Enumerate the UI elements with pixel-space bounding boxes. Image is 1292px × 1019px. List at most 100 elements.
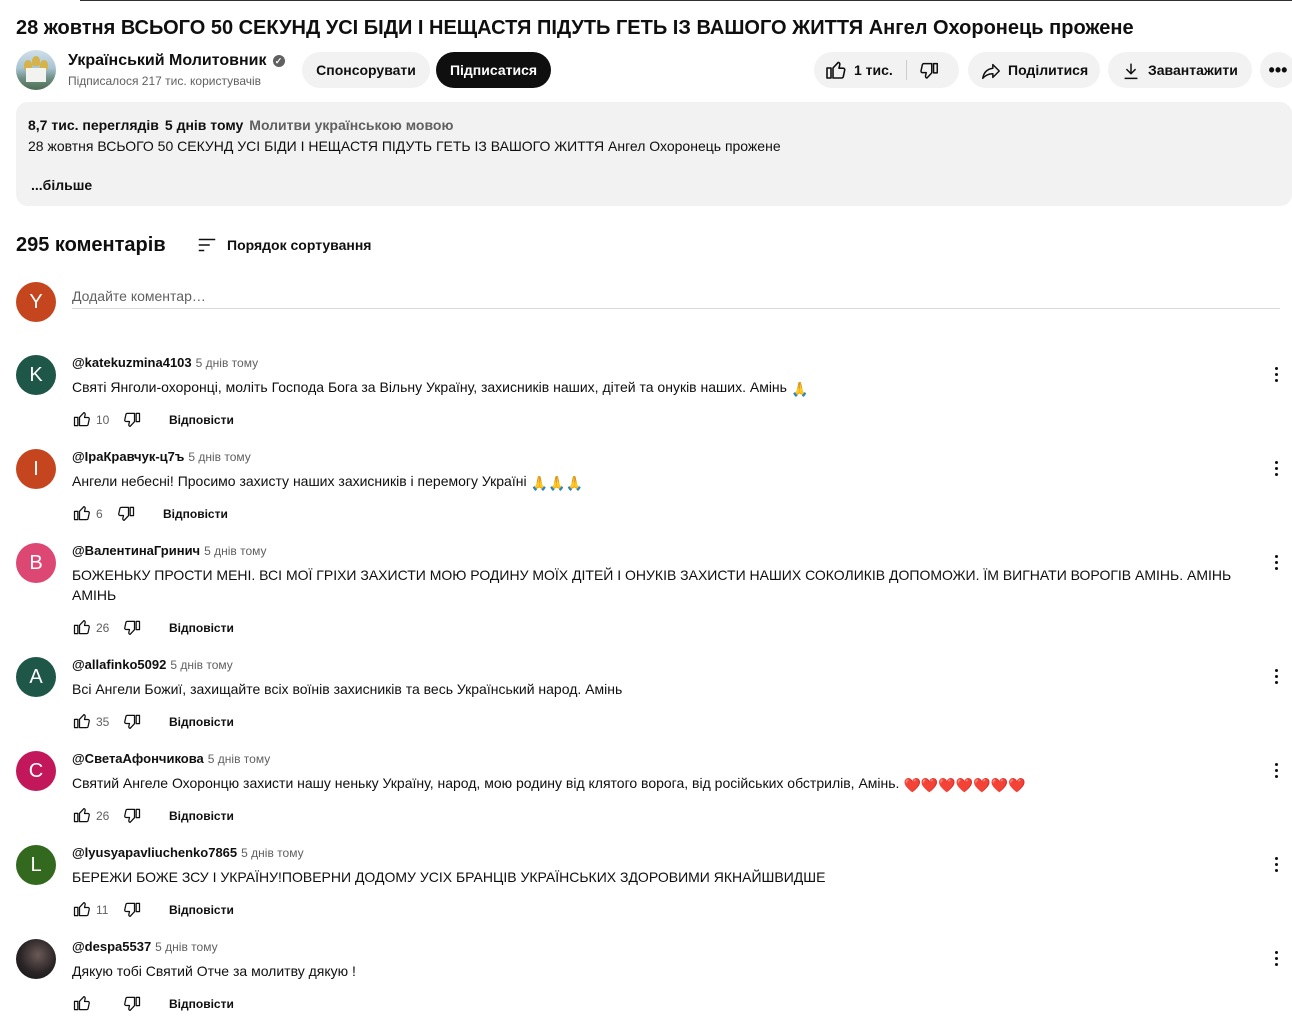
channel-name[interactable]: Український Молитовник ✓ <box>68 51 285 71</box>
comment-dislike-icon[interactable] <box>122 806 142 831</box>
comment-dislike-icon[interactable] <box>116 504 136 529</box>
comment-reply-button[interactable]: Відповісти <box>163 506 228 522</box>
comment-menu-icon[interactable] <box>1266 364 1286 388</box>
comment-avatar[interactable]: C <box>16 751 56 791</box>
comment-author[interactable]: @despa5537 <box>72 939 151 954</box>
download-button[interactable]: Завантажити <box>1108 52 1252 88</box>
comment-header: @ІраКравчук-ц7ъ 5 днів тому <box>72 448 251 466</box>
comment-like-icon[interactable] <box>72 409 92 434</box>
comment-menu-icon[interactable] <box>1266 948 1286 972</box>
comment-menu-icon[interactable] <box>1266 760 1286 784</box>
like-count[interactable]: 1 тис. <box>854 52 893 88</box>
comment-author[interactable]: @katekuzmina4103 <box>72 355 192 370</box>
comment-reply-button[interactable]: Відповісти <box>169 808 234 824</box>
comment-header: @СветаАфончикова 5 днів тому <box>72 750 270 768</box>
download-label: Завантажити <box>1148 62 1238 78</box>
comment-avatar[interactable]: A <box>16 657 56 697</box>
comment-author[interactable]: @ВалентинаГринич <box>72 543 200 558</box>
comment-avatar[interactable] <box>16 939 56 979</box>
comment-text-content: Дякую тобі Святий Отче за молитву дякую … <box>72 963 356 979</box>
comment-like-icon[interactable] <box>72 993 92 1018</box>
share-icon <box>980 59 1002 95</box>
comment-time[interactable]: 5 днів тому <box>155 940 217 954</box>
comment-dislike-icon[interactable] <box>122 712 142 737</box>
comment-header: @lyusyapavliuchenko7865 5 днів тому <box>72 844 304 862</box>
description-box[interactable]: 8,7 тис. переглядів 5 днів тому Молитви ук… <box>16 102 1292 206</box>
comment-reply-button[interactable]: Відповісти <box>169 902 234 918</box>
comment-text: Всі Ангели Божиї, захищайте всіх воїнів … <box>72 679 1262 699</box>
comment-menu-icon[interactable] <box>1266 458 1286 482</box>
more-actions-button[interactable]: ••• <box>1260 52 1292 88</box>
comment-header: @allafinko5092 5 днів тому <box>72 656 233 674</box>
comment-header: @ВалентинаГринич 5 днів тому <box>72 542 267 560</box>
comment-dislike-icon[interactable] <box>122 900 142 925</box>
comment-like-icon[interactable] <box>72 503 92 528</box>
sort-icon <box>196 234 218 261</box>
comment-text-content: Всі Ангели Божиї, захищайте всіх воїнів … <box>72 681 623 697</box>
add-comment-input[interactable] <box>72 284 1280 309</box>
sponsor-button[interactable]: Спонсорувати <box>302 52 430 88</box>
comment-author[interactable]: @СветаАфончикова <box>72 751 204 766</box>
comment-dislike-icon[interactable] <box>122 994 142 1019</box>
comment-time[interactable]: 5 днів тому <box>196 356 258 370</box>
comment-time[interactable]: 5 днів тому <box>241 846 303 860</box>
comments-count: 295 коментарів <box>16 234 166 256</box>
dislike-icon[interactable] <box>918 59 940 95</box>
comment-avatar[interactable]: K <box>16 355 56 395</box>
comment-menu-icon[interactable] <box>1266 854 1286 878</box>
subscriber-count: Підписалося 217 тис. користувачів <box>68 74 262 88</box>
comment-author[interactable]: @ІраКравчук-ц7ъ <box>72 449 184 464</box>
comment-like-count: 6 <box>96 507 103 521</box>
comment-text-content: БОЖЕНЬКУ ПРОСТИ МЕНІ. ВСІ МОЇ ГРІХИ ЗАХИ… <box>72 567 1232 603</box>
comment-reply-button[interactable]: Відповісти <box>169 412 234 428</box>
comment-like-icon[interactable] <box>72 711 92 736</box>
comment-text: Святі Янголи-охоронці, моліть Господа Бо… <box>72 377 1262 399</box>
top-progress-line <box>0 0 1292 2</box>
upload-date: 5 днів тому <box>164 117 244 133</box>
comment-text-content: Святий Ангеле Охоронцю захисти нашу нень… <box>72 775 900 791</box>
comment-dislike-icon[interactable] <box>122 410 142 435</box>
comment-text-content: БЕРЕЖИ БОЖЕ ЗСУ І УКРАЇНУ!ПОВЕРНИ ДОДОМУ… <box>72 869 826 885</box>
comment-like-count: 11 <box>96 903 109 917</box>
comment-menu-icon[interactable] <box>1266 666 1286 690</box>
comment-text-content: Ангели небесні! Просимо захисту наших за… <box>72 473 527 489</box>
comment-avatar[interactable]: L <box>16 845 56 885</box>
comment-text: БЕРЕЖИ БОЖЕ ЗСУ І УКРАЇНУ!ПОВЕРНИ ДОДОМУ… <box>72 867 1262 887</box>
description-tag[interactable]: Молитви українською мовою <box>249 117 453 133</box>
comment-like-count: 35 <box>96 715 110 729</box>
more-horizontal-icon: ••• <box>1268 60 1288 80</box>
comment-emoji: ❤️❤️❤️❤️❤️❤️❤️ <box>903 777 1026 793</box>
comment-dislike-icon[interactable] <box>122 618 142 643</box>
comment-like-icon[interactable] <box>72 899 92 924</box>
comment-reply-button[interactable]: Відповісти <box>169 996 234 1012</box>
comment-author[interactable]: @allafinko5092 <box>72 657 166 672</box>
comment-avatar[interactable]: I <box>16 449 56 489</box>
comment-like-count: 10 <box>96 413 110 427</box>
comment-emoji: 🙏🙏🙏 <box>530 475 583 491</box>
comment-time[interactable]: 5 днів тому <box>204 544 266 558</box>
comment-header: @despa5537 5 днів тому <box>72 938 218 956</box>
share-button[interactable]: Поділитися <box>968 52 1100 88</box>
comment-text: Ангели небесні! Просимо захисту наших за… <box>72 471 1262 493</box>
comment-time[interactable]: 5 днів тому <box>188 450 250 464</box>
description-more-link[interactable]: ...більше <box>31 176 92 194</box>
comment-author[interactable]: @lyusyapavliuchenko7865 <box>72 845 237 860</box>
comment-reply-button[interactable]: Відповісти <box>169 714 234 730</box>
comment-time[interactable]: 5 днів тому <box>208 752 270 766</box>
sort-label: Порядок сортування <box>227 237 372 253</box>
comment-emoji: 🙏 <box>790 381 809 397</box>
comment-like-icon[interactable] <box>72 805 92 830</box>
video-title: 28 жовтня ВСЬОГО 50 СЕКУНД УСІ БІДИ І НЕ… <box>16 17 1134 39</box>
comment-text: БОЖЕНЬКУ ПРОСТИ МЕНІ. ВСІ МОЇ ГРІХИ ЗАХИ… <box>72 565 1262 605</box>
comment-menu-icon[interactable] <box>1266 552 1286 576</box>
channel-avatar[interactable] <box>16 50 56 90</box>
comment-reply-button[interactable]: Відповісти <box>169 620 234 636</box>
like-icon[interactable] <box>824 58 848 95</box>
comment-like-icon[interactable] <box>72 617 92 642</box>
comment-time[interactable]: 5 днів тому <box>170 658 232 672</box>
comment-avatar[interactable]: B <box>16 543 56 583</box>
subscribe-button[interactable]: Підписатися <box>436 52 551 88</box>
download-icon <box>1120 59 1142 95</box>
comment-like-count: 26 <box>96 809 110 823</box>
like-divider <box>906 60 907 80</box>
